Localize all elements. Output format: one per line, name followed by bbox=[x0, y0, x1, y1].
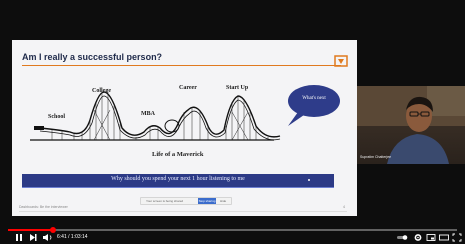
hide-share-bar-link[interactable]: Hide bbox=[220, 198, 226, 204]
video-player[interactable]: Am I really a successful person? School … bbox=[0, 0, 465, 244]
progress-fill bbox=[8, 229, 53, 231]
label-school: School bbox=[48, 114, 66, 120]
label-career: Career bbox=[179, 85, 197, 91]
presentation-slide: Am I really a successful person? School … bbox=[12, 40, 357, 216]
progress-bar[interactable] bbox=[8, 227, 457, 233]
banner-dot bbox=[308, 179, 310, 181]
bubble-text: What's next bbox=[302, 96, 326, 101]
question-banner: Why should you spend your next 1 hour li… bbox=[22, 174, 334, 188]
next-icon[interactable] bbox=[28, 233, 38, 242]
label-mba: MBA bbox=[141, 111, 155, 117]
presenter-figure bbox=[357, 86, 465, 164]
presenter-webcam: Supratim Chatterjee bbox=[357, 86, 465, 164]
miniplayer-icon[interactable] bbox=[426, 233, 436, 242]
gear-icon[interactable] bbox=[413, 233, 423, 242]
volume-icon[interactable] bbox=[42, 233, 54, 242]
screen-share-bar: Your screen is being shared Stop sharing… bbox=[140, 197, 232, 205]
label-startup: Start Up bbox=[226, 85, 249, 91]
roller-coaster-diagram bbox=[30, 85, 340, 141]
slide-page-number: 4 bbox=[343, 205, 345, 209]
label-college: College bbox=[92, 88, 111, 94]
footer-divider bbox=[19, 211, 347, 212]
pause-icon[interactable] bbox=[14, 233, 24, 242]
fullscreen-icon[interactable] bbox=[452, 233, 462, 242]
autoplay-toggle-icon[interactable] bbox=[396, 233, 408, 242]
stop-sharing-button[interactable]: Stop sharing bbox=[198, 198, 216, 204]
whats-next-bubble bbox=[288, 85, 340, 126]
banner-text: Why should you spend your next 1 hour li… bbox=[111, 176, 245, 182]
share-status-text: Your screen is being shared bbox=[146, 199, 184, 203]
theater-icon[interactable] bbox=[439, 233, 449, 242]
presenter-name: Supratim Chatterjee bbox=[360, 155, 392, 159]
time-display: 6:41 / 1:03:14 bbox=[57, 234, 88, 240]
diagram-caption: Life of a Maverick bbox=[152, 151, 204, 158]
slide-footer-text: Dashboards: Be the interviewer bbox=[19, 205, 68, 209]
